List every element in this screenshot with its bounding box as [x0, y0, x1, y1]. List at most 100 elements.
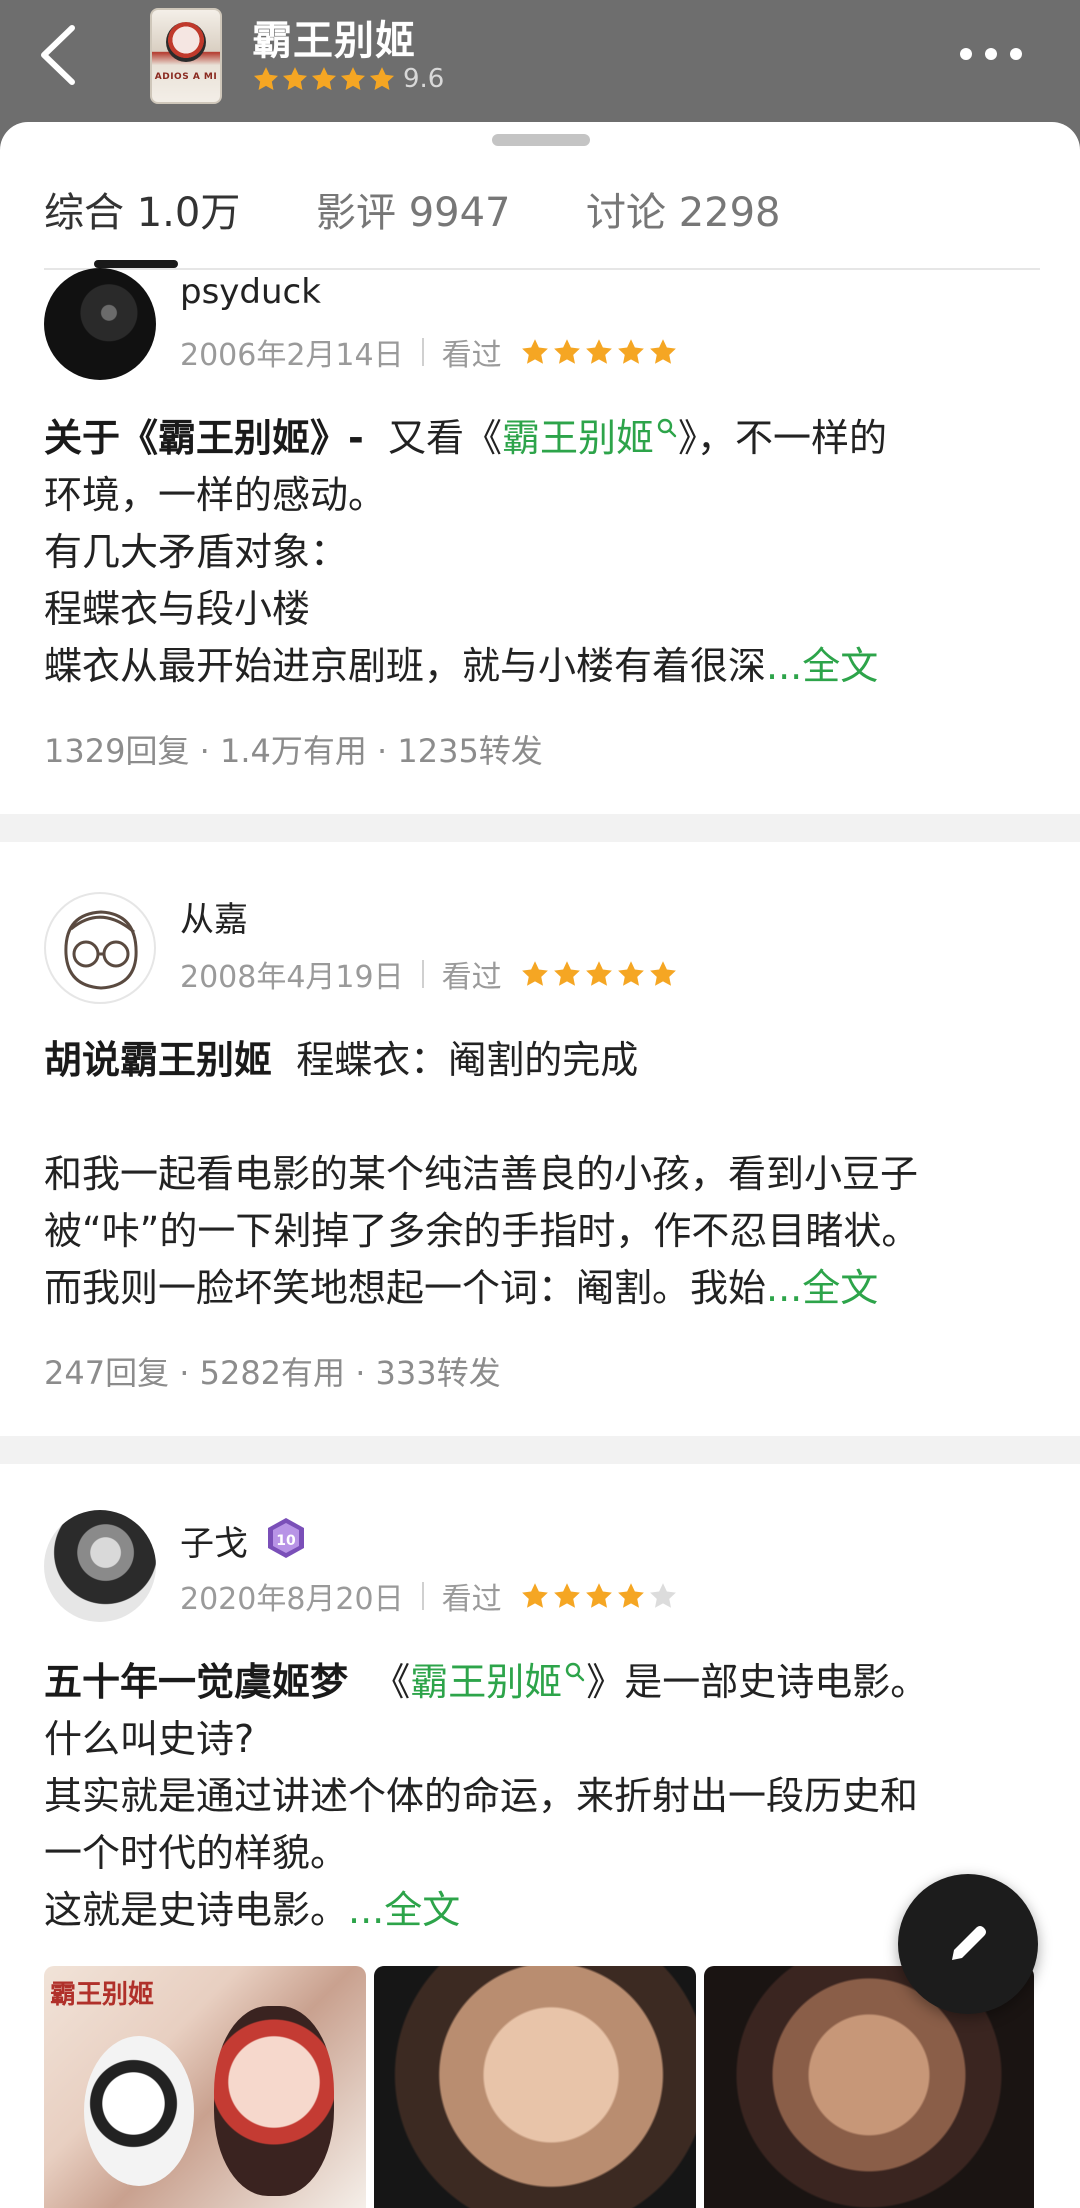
photo-caption: 霸王别姬	[50, 1980, 155, 2010]
star-filled-icon	[521, 961, 548, 986]
review-author[interactable]: psyduck	[180, 272, 321, 312]
review-line	[44, 1089, 1044, 1146]
review-body[interactable]: 关于《霸王别姬》- 又看《霸王别姬 》，不一样的 环境，一样的感动。 有几大矛盾对…	[44, 410, 1044, 695]
review-author[interactable]: 从嘉	[180, 892, 248, 941]
tab-overall[interactable]: 综合 1.0万	[44, 180, 240, 238]
avatar[interactable]	[44, 1510, 156, 1622]
watch-status: 看过	[441, 1582, 502, 1617]
movie-rating: 9.6	[252, 64, 444, 94]
review-photo[interactable]	[374, 1966, 696, 2208]
watch-status: 看过	[441, 960, 502, 995]
review-body[interactable]: 五十年一觉虞姬梦 《霸王别姬 》是一部史诗电影。 什么叫史诗? 其实就是通过讲述个…	[44, 1654, 1044, 1939]
review-photo[interactable]: 霸王别姬	[44, 1966, 366, 2208]
more-button[interactable]	[960, 36, 1022, 72]
review-title: 胡说霸王别姬	[44, 1038, 273, 1082]
review-line: 被“咔”的一下剁掉了多余的手指时，作不忍目睹状。	[44, 1209, 920, 1253]
review-line: 有几大矛盾对象：	[44, 530, 349, 574]
rating-stars	[252, 65, 397, 93]
section-separator	[0, 814, 1080, 842]
star-empty-icon	[649, 1583, 676, 1608]
movie-poster-thumbnail[interactable]: ADIOS A MI	[150, 8, 222, 104]
rating-score: 9.6	[403, 64, 445, 94]
tab-bar: 综合 1.0万 影评 9947 讨论 2298	[0, 180, 1080, 270]
reviews-sheet: 综合 1.0万 影评 9947 讨论 2298 psyduck 2006年2月1…	[0, 122, 1080, 2208]
review-date: 2006年2月14日	[180, 338, 404, 373]
review-stars	[520, 959, 680, 989]
write-review-button[interactable]	[898, 1874, 1038, 2014]
tab-reviews[interactable]: 影评 9947	[316, 180, 511, 238]
more-dots-icon	[960, 48, 972, 60]
review-title: 五十年一觉虞姬梦	[44, 1660, 349, 1704]
review-line: 蝶衣从最开始进京剧班，就与小楼有着很深	[44, 644, 767, 688]
section-separator	[0, 1436, 1080, 1464]
back-button[interactable]	[32, 22, 92, 88]
active-tab-indicator	[94, 260, 178, 268]
read-more-link[interactable]: ...全文	[766, 644, 878, 688]
opera-face-graphic	[214, 2006, 334, 2196]
avatar-sketch	[64, 910, 138, 990]
star-filled-icon	[649, 339, 676, 364]
star-filled-icon	[521, 1583, 548, 1608]
star-filled-icon	[521, 339, 548, 364]
review-line: 而我则一脸坏笑地想起一个词：阉割。我始	[44, 1266, 767, 1310]
review-meta: 2008年4月19日 看过	[180, 952, 680, 996]
poster-text: ADIOS A MI	[154, 72, 218, 82]
search-icon	[657, 418, 677, 438]
watch-status: 看过	[441, 338, 502, 373]
star-filled-icon	[553, 961, 580, 986]
star-filled-icon	[585, 1583, 612, 1608]
chevron-left-icon	[41, 25, 75, 85]
meta-divider	[421, 960, 424, 988]
level-badge-icon: 10	[268, 1518, 304, 1558]
review-line: 程蝶衣：阉割的完成	[296, 1038, 639, 1082]
star-filled-icon	[340, 67, 366, 90]
movie-link[interactable]: 霸王别姬	[502, 416, 654, 460]
review-title: 关于《霸王别姬》-	[44, 416, 364, 460]
meta-divider	[421, 1582, 424, 1610]
review-stars	[520, 1581, 680, 1611]
review-meta: 2006年2月14日 看过	[180, 330, 680, 374]
star-filled-icon	[617, 961, 644, 986]
review-line: 一个时代的样貌。	[44, 1831, 349, 1875]
tab-discussions[interactable]: 讨论 2298	[586, 180, 781, 238]
review-date: 2020年8月20日	[180, 1582, 404, 1617]
review-author[interactable]: 子戈	[180, 1516, 248, 1565]
meta-divider	[421, 338, 424, 366]
star-filled-icon	[311, 67, 337, 90]
star-filled-icon	[617, 1583, 644, 1608]
star-filled-icon	[553, 1583, 580, 1608]
read-more-link[interactable]: ...全文	[766, 1266, 878, 1310]
review-line: 其实就是通过讲述个体的命运，来折射出一段历史和	[44, 1774, 919, 1818]
star-filled-icon	[553, 339, 580, 364]
star-filled-icon	[617, 339, 644, 364]
search-icon	[566, 1662, 585, 1682]
opera-mask-graphic	[84, 2036, 194, 2186]
review-date: 2008年4月19日	[180, 960, 404, 995]
review-body[interactable]: 胡说霸王别姬 程蝶衣：阉割的完成 和我一起看电影的某个纯洁善良的小孩，看到小豆子…	[44, 1032, 1044, 1317]
movie-title: 霸王别姬	[252, 18, 416, 64]
drag-handle[interactable]	[492, 134, 590, 146]
review-line: 什么叫史诗?	[44, 1717, 255, 1761]
poster-face-graphic	[166, 22, 206, 62]
review-line: 环境，一样的感动。	[44, 473, 387, 517]
review-meta: 2020年8月20日 看过	[180, 1574, 680, 1618]
star-filled-icon	[253, 67, 279, 90]
star-filled-icon	[369, 67, 395, 90]
tabs-divider	[44, 268, 1040, 270]
pencil-icon	[952, 1926, 986, 1960]
review-stars	[520, 337, 680, 367]
review-line: 这就是史诗电影。	[44, 1888, 349, 1932]
star-filled-icon	[585, 961, 612, 986]
read-more-link[interactable]: ...全文	[348, 1888, 460, 1932]
top-bar: ADIOS A MI 霸王别姬 9.6	[0, 0, 1080, 140]
star-filled-icon	[585, 339, 612, 364]
star-filled-icon	[649, 961, 676, 986]
review-stats: 1329回复 · 1.4万有用 · 1235转发	[44, 732, 543, 770]
review-photos: 霸王别姬	[44, 1966, 1044, 2208]
movie-link[interactable]: 霸王别姬	[410, 1660, 562, 1704]
review-line: 和我一起看电影的某个纯洁善良的小孩，看到小豆子	[44, 1152, 919, 1196]
avatar[interactable]	[44, 268, 156, 380]
review-line: 程蝶衣与段小楼	[44, 587, 311, 631]
review-stats: 247回复 · 5282有用 · 333转发	[44, 1354, 501, 1392]
avatar[interactable]	[44, 892, 156, 1004]
